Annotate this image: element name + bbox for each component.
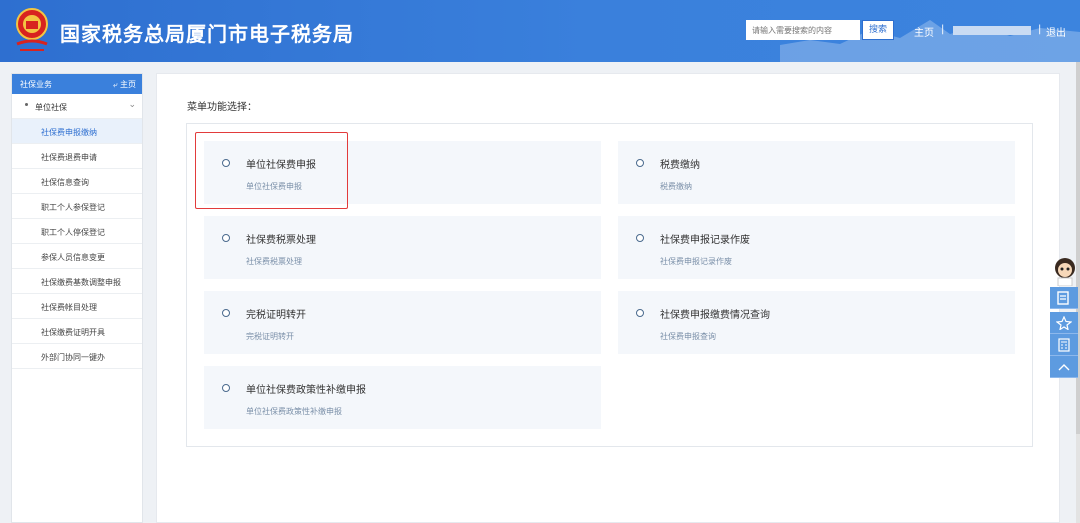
menu-card[interactable]: 完税证明转开 完税证明转开	[204, 291, 601, 354]
favorite-button[interactable]	[1050, 312, 1078, 334]
document-button[interactable]	[1050, 287, 1078, 309]
sidebar-title: 社保业务	[20, 80, 52, 89]
radio-icon[interactable]	[222, 234, 230, 242]
sidebar-header: 社保业务 ⤶ 主页	[12, 74, 142, 94]
menu-title: 菜单功能选择：	[187, 102, 257, 113]
sidebar-item-label: 社保费帐目处理	[41, 303, 97, 312]
nav-home-link[interactable]: 主页	[914, 24, 934, 39]
sidebar-group-label: 单位社保	[35, 103, 67, 112]
sidebar-item[interactable]: 职工个人参保登记	[12, 194, 142, 219]
document-icon	[1057, 291, 1069, 305]
sidebar-item-label: 社保缴费证明开具	[41, 328, 105, 337]
menu-card-title: 单位社保费政策性补缴申报	[246, 385, 366, 396]
radio-icon[interactable]	[636, 309, 644, 317]
back-arrow-icon: ⤶	[112, 80, 118, 89]
menu-card[interactable]: 单位社保费政策性补缴申报 单位社保费政策性补缴申报	[204, 366, 601, 429]
menu-card-title: 税费缴纳	[660, 160, 700, 171]
calculator-icon	[1058, 338, 1070, 352]
sidebar-home-link[interactable]: ⤶ 主页	[113, 79, 136, 90]
menu-card-subtitle: 完税证明转开	[246, 332, 294, 341]
sidebar-item-label: 参保人员信息变更	[41, 253, 105, 262]
mascot-icon[interactable]	[1052, 256, 1078, 286]
menu-card[interactable]: 社保费税票处理 社保费税票处理	[204, 216, 601, 279]
sidebar-item[interactable]: 职工个人停保登记	[12, 219, 142, 244]
sidebar-home-label: 主页	[120, 80, 136, 89]
sidebar-item[interactable]: 参保人员信息变更	[12, 244, 142, 269]
scrollbar-thumb[interactable]	[1076, 62, 1080, 434]
radio-icon[interactable]	[636, 234, 644, 242]
sidebar-item[interactable]: 社保费帐目处理	[12, 294, 142, 319]
sidebar-item[interactable]: 社保缴费证明开具	[12, 319, 142, 344]
menu-card[interactable]: 社保费申报缴费情况查询 社保费申报查询	[618, 291, 1015, 354]
nav-separator: |	[941, 24, 945, 35]
radio-icon[interactable]	[222, 384, 230, 392]
menu-card-subtitle: 社保费税票处理	[246, 257, 302, 266]
sidebar-item-label: 社保信息查询	[41, 178, 89, 187]
sidebar-item[interactable]: 社保费申报缴纳	[12, 119, 142, 144]
radio-icon[interactable]	[222, 309, 230, 317]
menu-card-title: 社保费申报缴费情况查询	[660, 310, 770, 321]
chevron-up-icon	[1058, 364, 1070, 371]
sidebar-item[interactable]: 社保缴费基数调整申报	[12, 269, 142, 294]
chevron-down-icon: ⌄	[128, 100, 136, 110]
menu-card-title: 完税证明转开	[246, 310, 306, 321]
menu-card[interactable]: 社保费申报记录作废 社保费申报记录作废	[618, 216, 1015, 279]
username-masked[interactable]	[953, 26, 1031, 35]
logout-link[interactable]: 退出	[1046, 24, 1066, 39]
search-input[interactable]	[746, 20, 860, 40]
menu-card[interactable]: 税费缴纳 税费缴纳	[618, 141, 1015, 204]
sidebar-item-label: 社保费退费申请	[41, 153, 97, 162]
search-button[interactable]: 搜索	[862, 20, 894, 40]
menu-card-title: 社保费税票处理	[246, 235, 316, 246]
menu-card-subtitle: 单位社保费政策性补缴申报	[246, 407, 342, 416]
menu-card-subtitle: 社保费申报查询	[660, 332, 716, 341]
site-title: 国家税务总局厦门市电子税务局	[60, 22, 354, 46]
radio-icon[interactable]	[636, 159, 644, 167]
sidebar-item-label: 职工个人参保登记	[41, 203, 105, 212]
sidebar-item-label: 外部门协同一键办	[41, 353, 105, 362]
sidebar-item[interactable]: 外部门协同一键办	[12, 344, 142, 369]
nav-separator: |	[1038, 24, 1042, 35]
tax-emblem-icon	[16, 8, 48, 51]
sidebar: 社保业务 ⤶ 主页 单位社保 ⌄ 社保费申报缴纳 社保费退费申请 社保信息查询 …	[11, 73, 143, 523]
sidebar-item-label: 社保缴费基数调整申报	[41, 278, 121, 287]
menu-card-title: 社保费申报记录作废	[660, 235, 750, 246]
sidebar-item-label: 职工个人停保登记	[41, 228, 105, 237]
highlight-box	[195, 132, 348, 209]
sidebar-item[interactable]: 社保费退费申请	[12, 144, 142, 169]
sidebar-group-unit-social-security[interactable]: 单位社保 ⌄	[12, 94, 142, 119]
bullet-icon	[25, 103, 28, 106]
sidebar-item-label: 社保费申报缴纳	[41, 128, 97, 137]
menu-card-subtitle: 社保费申报记录作废	[660, 257, 732, 266]
sidebar-item[interactable]: 社保信息查询	[12, 169, 142, 194]
back-to-top-button[interactable]	[1050, 356, 1078, 378]
star-icon	[1056, 316, 1072, 330]
calculator-button[interactable]	[1050, 334, 1078, 356]
menu-card-subtitle: 税费缴纳	[660, 182, 692, 191]
